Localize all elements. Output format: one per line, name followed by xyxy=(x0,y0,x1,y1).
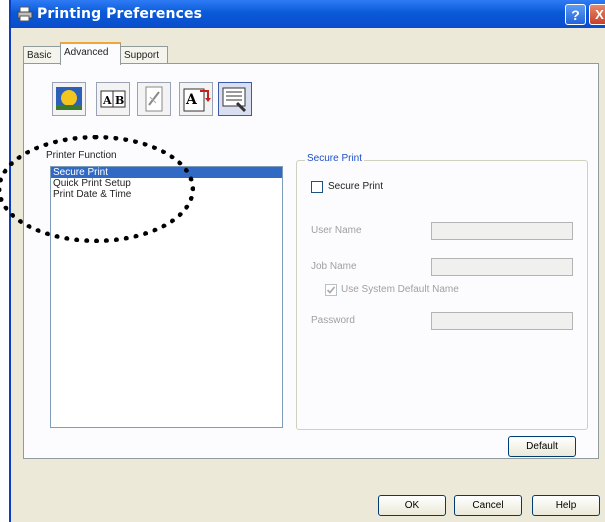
checkmark-icon xyxy=(326,286,336,294)
secure-print-checkbox[interactable] xyxy=(311,181,323,193)
default-button[interactable]: Default xyxy=(508,436,576,457)
use-system-default-name-label: Use System Default Name xyxy=(341,284,459,295)
printer-icon xyxy=(17,6,33,22)
tab-basic[interactable]: Basic xyxy=(23,46,61,64)
job-name-field[interactable] xyxy=(431,258,573,276)
svg-text:B: B xyxy=(115,94,124,107)
user-name-field[interactable] xyxy=(431,222,573,240)
use-system-default-name-checkbox[interactable] xyxy=(325,284,337,296)
user-name-label: User Name xyxy=(311,225,362,236)
secure-print-group: Secure Print Secure Print User Name Job … xyxy=(296,153,588,430)
tab-advanced[interactable]: Advanced xyxy=(60,42,121,65)
help-title-button[interactable]: ? xyxy=(565,4,586,25)
advanced-tab-panel: A B A Printer Function Secure Print Quic… xyxy=(23,63,599,459)
toolbar-watermark-button[interactable] xyxy=(137,82,171,116)
device-options-icon xyxy=(222,87,247,113)
close-button[interactable]: X xyxy=(589,4,605,25)
toolbar-page-setting-button[interactable]: A xyxy=(179,82,213,116)
svg-text:A: A xyxy=(185,92,198,108)
printing-preferences-dialog: Printing Preferences ? X Basic Advanced … xyxy=(9,0,605,522)
svg-text:A: A xyxy=(102,94,112,107)
password-label: Password xyxy=(311,315,355,326)
cancel-button[interactable]: Cancel xyxy=(454,495,522,516)
ok-button[interactable]: OK xyxy=(378,495,446,516)
watermark-icon xyxy=(145,86,163,112)
job-name-label: Job Name xyxy=(311,261,357,272)
window-title: Printing Preferences xyxy=(37,6,203,22)
page-setting-icon: A xyxy=(183,88,211,112)
scaling-icon: A B xyxy=(100,90,126,108)
toolbar-scaling-button[interactable]: A B xyxy=(96,82,130,116)
help-button[interactable]: Help xyxy=(532,495,600,516)
annotation-ellipse xyxy=(0,135,195,243)
password-field[interactable] xyxy=(431,312,573,330)
title-bar[interactable]: Printing Preferences ? X xyxy=(11,0,605,28)
toolbar-device-options-button[interactable] xyxy=(218,82,252,116)
tab-support[interactable]: Support xyxy=(120,46,168,64)
color-icon xyxy=(56,87,82,110)
secure-print-group-title: Secure Print xyxy=(305,153,365,164)
secure-print-checkbox-label[interactable]: Secure Print xyxy=(328,181,383,192)
toolbar-color-button[interactable] xyxy=(52,82,86,116)
